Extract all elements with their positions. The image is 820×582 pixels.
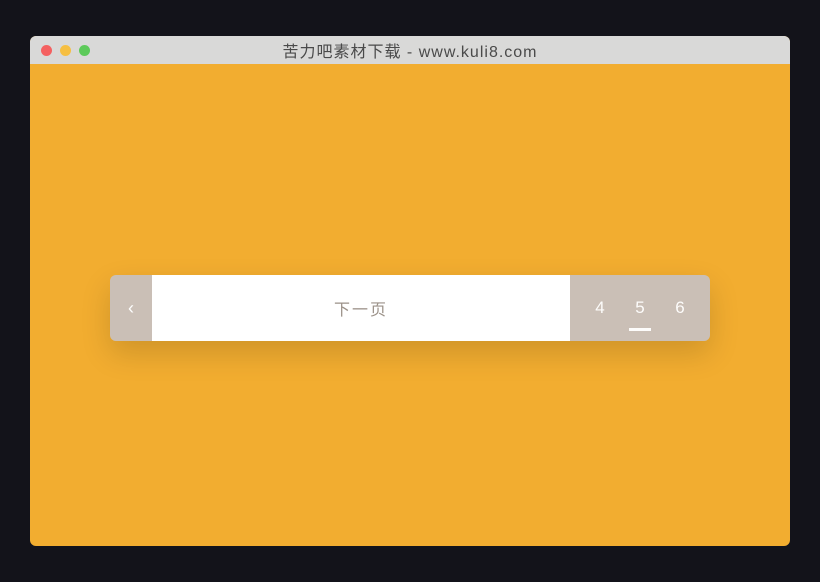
page-number-6[interactable]: 6 xyxy=(660,275,700,341)
pagination: ‹ 下一页 4 5 6 xyxy=(110,275,710,341)
browser-window: 苦力吧素材下载 - www.kuli8.com ‹ 下一页 4 5 6 xyxy=(30,36,790,546)
maximize-icon[interactable] xyxy=(79,45,90,56)
page-label: 5 xyxy=(635,298,644,318)
window-content: ‹ 下一页 4 5 6 xyxy=(30,64,790,546)
page-label: 6 xyxy=(675,298,684,318)
prev-button[interactable]: ‹ xyxy=(110,275,152,341)
close-icon[interactable] xyxy=(41,45,52,56)
page-label: 4 xyxy=(595,298,604,318)
minimize-icon[interactable] xyxy=(60,45,71,56)
chevron-left-icon: ‹ xyxy=(128,298,134,319)
page-number-4[interactable]: 4 xyxy=(580,275,620,341)
next-button[interactable]: 下一页 xyxy=(152,275,570,341)
page-numbers: 4 5 6 xyxy=(570,275,710,341)
traffic-lights xyxy=(30,45,90,56)
window-titlebar: 苦力吧素材下载 - www.kuli8.com xyxy=(30,36,790,64)
window-title: 苦力吧素材下载 - www.kuli8.com xyxy=(30,38,790,62)
page-number-5[interactable]: 5 xyxy=(620,275,660,341)
next-label: 下一页 xyxy=(334,296,388,320)
